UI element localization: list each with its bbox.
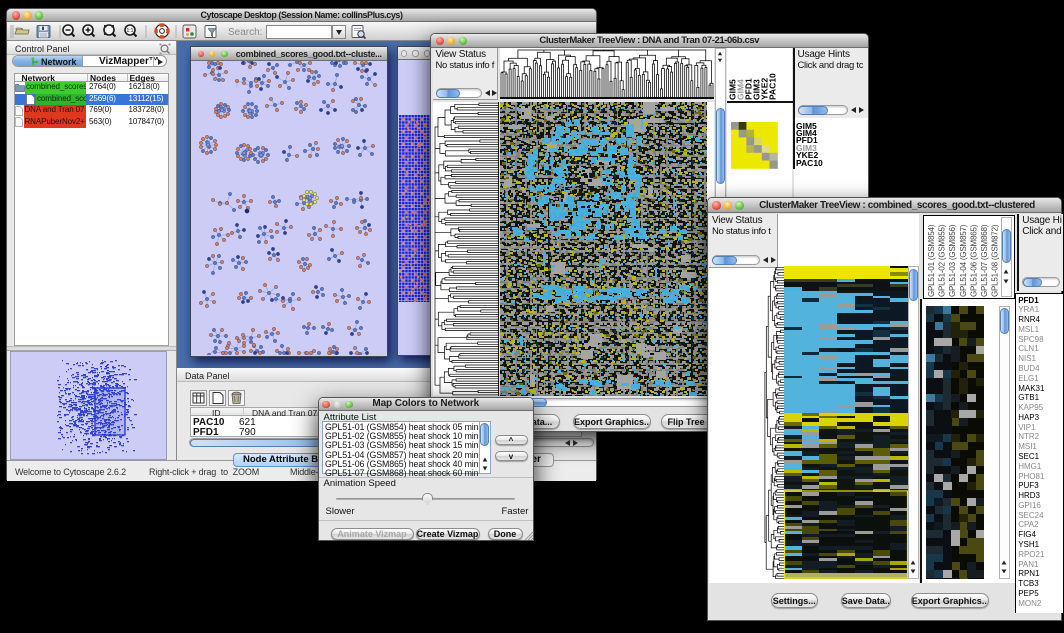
svg-text:GPL51-01 (GSM854): GPL51-01 (GSM854)	[927, 224, 936, 297]
svg-text:GPL51-02 (GSM855): GPL51-02 (GSM855)	[938, 224, 947, 297]
svg-text:GPL51-04 (GSM857): GPL51-04 (GSM857)	[959, 224, 968, 297]
svg-text:GPL51-08 (GSM872): GPL51-08 (GSM872)	[991, 224, 1000, 297]
svg-text:GPL51-07 (GSM868): GPL51-07 (GSM868)	[980, 224, 989, 297]
svg-text:1:1: 1:1	[127, 28, 134, 34]
svg-text:PAC10: PAC10	[768, 73, 778, 100]
svg-text:GPL51-06 (GSM865): GPL51-06 (GSM865)	[970, 224, 979, 297]
svg-text:GPL51-03 (GSM856): GPL51-03 (GSM856)	[948, 224, 957, 297]
